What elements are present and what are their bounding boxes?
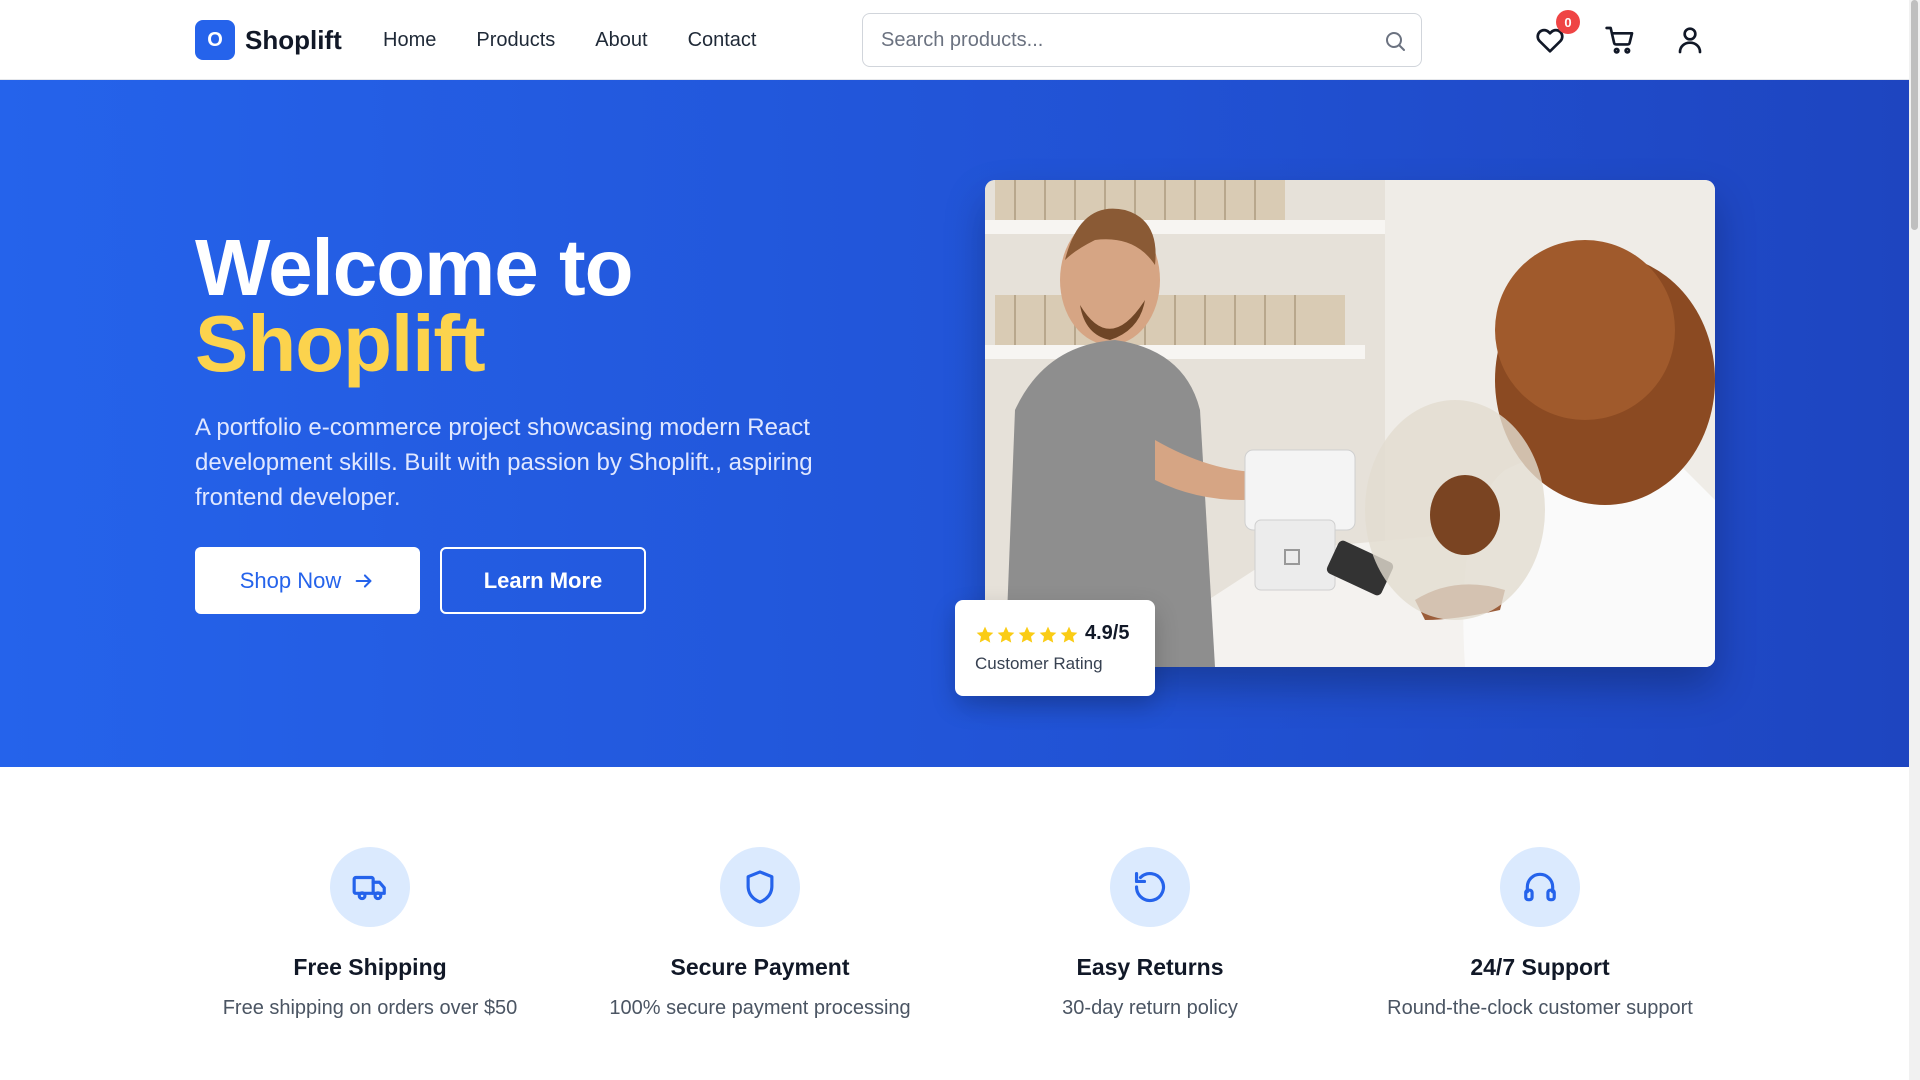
hero-title: Welcome to Shoplift [195, 228, 633, 388]
nav-products[interactable]: Products [476, 28, 555, 52]
feature-icon-circle [1110, 847, 1190, 927]
truck-icon [352, 875, 386, 901]
site-header: O Shoplift Home Products About Contact 0 [0, 0, 1909, 80]
feature-title: Easy Returns [1076, 954, 1224, 980]
search-input[interactable] [881, 14, 1361, 66]
feature-icon-circle [1500, 847, 1580, 927]
shop-now-label: Shop Now [239, 567, 342, 593]
learn-more-button[interactable]: Learn More [440, 547, 646, 614]
store-checkout-photo [985, 180, 1715, 667]
rotate-icon [1134, 871, 1166, 903]
nav-home[interactable]: Home [383, 28, 436, 52]
star-icon [1039, 626, 1057, 643]
feature-icon-circle [720, 847, 800, 927]
star-icon [997, 626, 1015, 643]
hero-section: Welcome to Shoplift A portfolio e-commer… [0, 80, 1909, 767]
feature-description: 30-day return policy [1062, 997, 1238, 1019]
cart-icon[interactable] [1604, 24, 1636, 56]
rating-label: Customer Rating [975, 654, 1103, 673]
feature-description: Free shipping on orders over $50 [222, 997, 518, 1019]
features-section: Free Shipping Free shipping on orders ov… [0, 767, 1909, 1080]
nav-about[interactable]: About [595, 28, 647, 52]
star-icon [1060, 626, 1078, 643]
rating-card: 4.9/5 Customer Rating [955, 600, 1155, 696]
shield-icon [746, 870, 774, 904]
feature-support: 24/7 Support Round-the-clock customer su… [1360, 847, 1720, 1022]
main-nav: Home Products About Contact [383, 28, 757, 52]
feature-title: 24/7 Support [1470, 954, 1610, 980]
learn-more-label: Learn More [483, 567, 603, 593]
search-icon[interactable] [1383, 29, 1407, 53]
arrow-right-icon [355, 573, 372, 588]
logo-badge[interactable]: O [195, 20, 235, 60]
feature-free-shipping: Free Shipping Free shipping on orders ov… [190, 847, 550, 1022]
hero-image [985, 180, 1715, 667]
rating-stars [975, 625, 1079, 645]
user-icon[interactable] [1674, 24, 1706, 56]
scrollbar-thumb[interactable] [1911, 0, 1918, 230]
headphones-icon [1524, 872, 1556, 902]
wishlist-count-badge: 0 [1556, 10, 1580, 34]
brand-name[interactable]: Shoplift [245, 24, 342, 56]
feature-icon-circle [330, 847, 410, 927]
rating-value: 4.9/5 [1085, 622, 1130, 644]
search-box [862, 13, 1422, 67]
star-icon [976, 626, 994, 643]
feature-secure-payment: Secure Payment 100% secure payment proce… [580, 847, 940, 1022]
feature-description: Round-the-clock customer support [1387, 997, 1693, 1019]
nav-contact[interactable]: Contact [688, 28, 757, 52]
feature-easy-returns: Easy Returns 30-day return policy [970, 847, 1330, 1022]
hero-description: A portfolio e-commerce project showcasin… [195, 414, 813, 511]
feature-title: Secure Payment [670, 954, 850, 980]
hero-title-line2: Shoplift [195, 299, 486, 388]
star-icon [1018, 626, 1036, 643]
feature-description: 100% secure payment processing [609, 997, 911, 1019]
feature-title: Free Shipping [293, 954, 447, 980]
shop-now-button[interactable]: Shop Now [195, 547, 420, 614]
